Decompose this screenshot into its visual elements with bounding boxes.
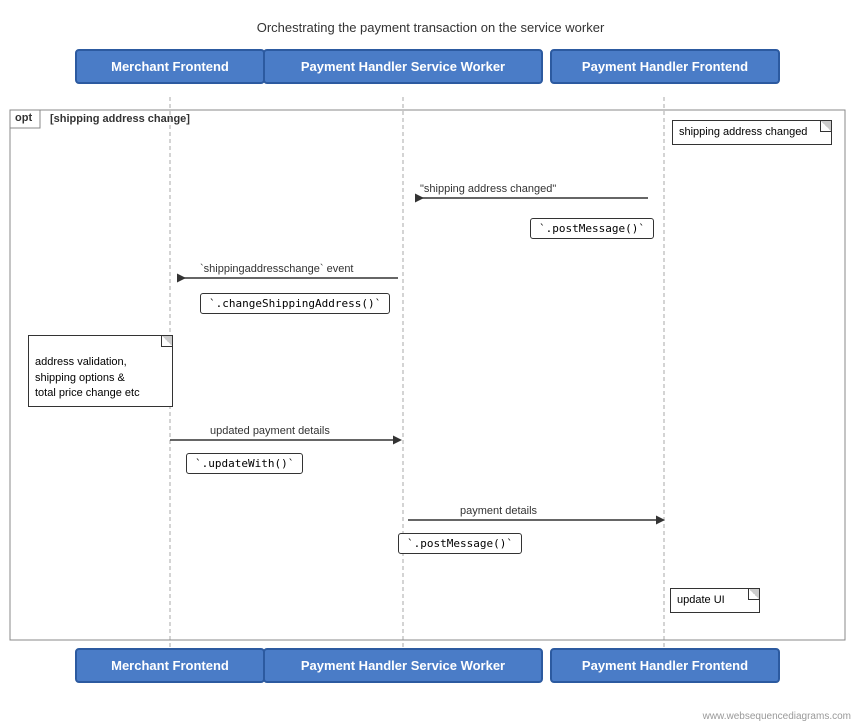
opt-label: opt bbox=[13, 112, 34, 124]
code-change-shipping: `.changeShippingAddress()` bbox=[200, 293, 390, 314]
msg-label-4: payment details bbox=[460, 505, 537, 517]
actor-merchant: Merchant Frontend bbox=[75, 49, 265, 84]
code-update-with: `.updateWith()` bbox=[186, 453, 303, 474]
note-shipping-changed: shipping address changed bbox=[672, 120, 832, 145]
actor-paysw: Payment Handler Service Worker bbox=[263, 49, 543, 84]
code-post-message-1: `.postMessage()` bbox=[530, 218, 654, 239]
msg-label-3: updated payment details bbox=[210, 425, 330, 437]
actor-payfrontend: Payment Handler Frontend bbox=[550, 49, 780, 84]
note-update-ui: update UI bbox=[670, 588, 760, 613]
watermark: www.websequencediagrams.com bbox=[703, 711, 851, 722]
code-post-message-2: `.postMessage()` bbox=[398, 533, 522, 554]
msg-label-2: `shippingaddresschange` event bbox=[200, 263, 354, 275]
actor-payfrontend-footer: Payment Handler Frontend bbox=[550, 648, 780, 683]
actor-merchant-footer: Merchant Frontend bbox=[75, 648, 265, 683]
diagram-title: Orchestrating the payment transaction on… bbox=[0, 10, 861, 35]
note-address-validation: address validation, shipping options & t… bbox=[28, 335, 173, 407]
msg-label-1: "shipping address changed" bbox=[420, 183, 556, 195]
actor-paysw-footer: Payment Handler Service Worker bbox=[263, 648, 543, 683]
bracket-label: [shipping address change] bbox=[50, 113, 190, 125]
diagram-container: Orchestrating the payment transaction on… bbox=[0, 0, 861, 727]
